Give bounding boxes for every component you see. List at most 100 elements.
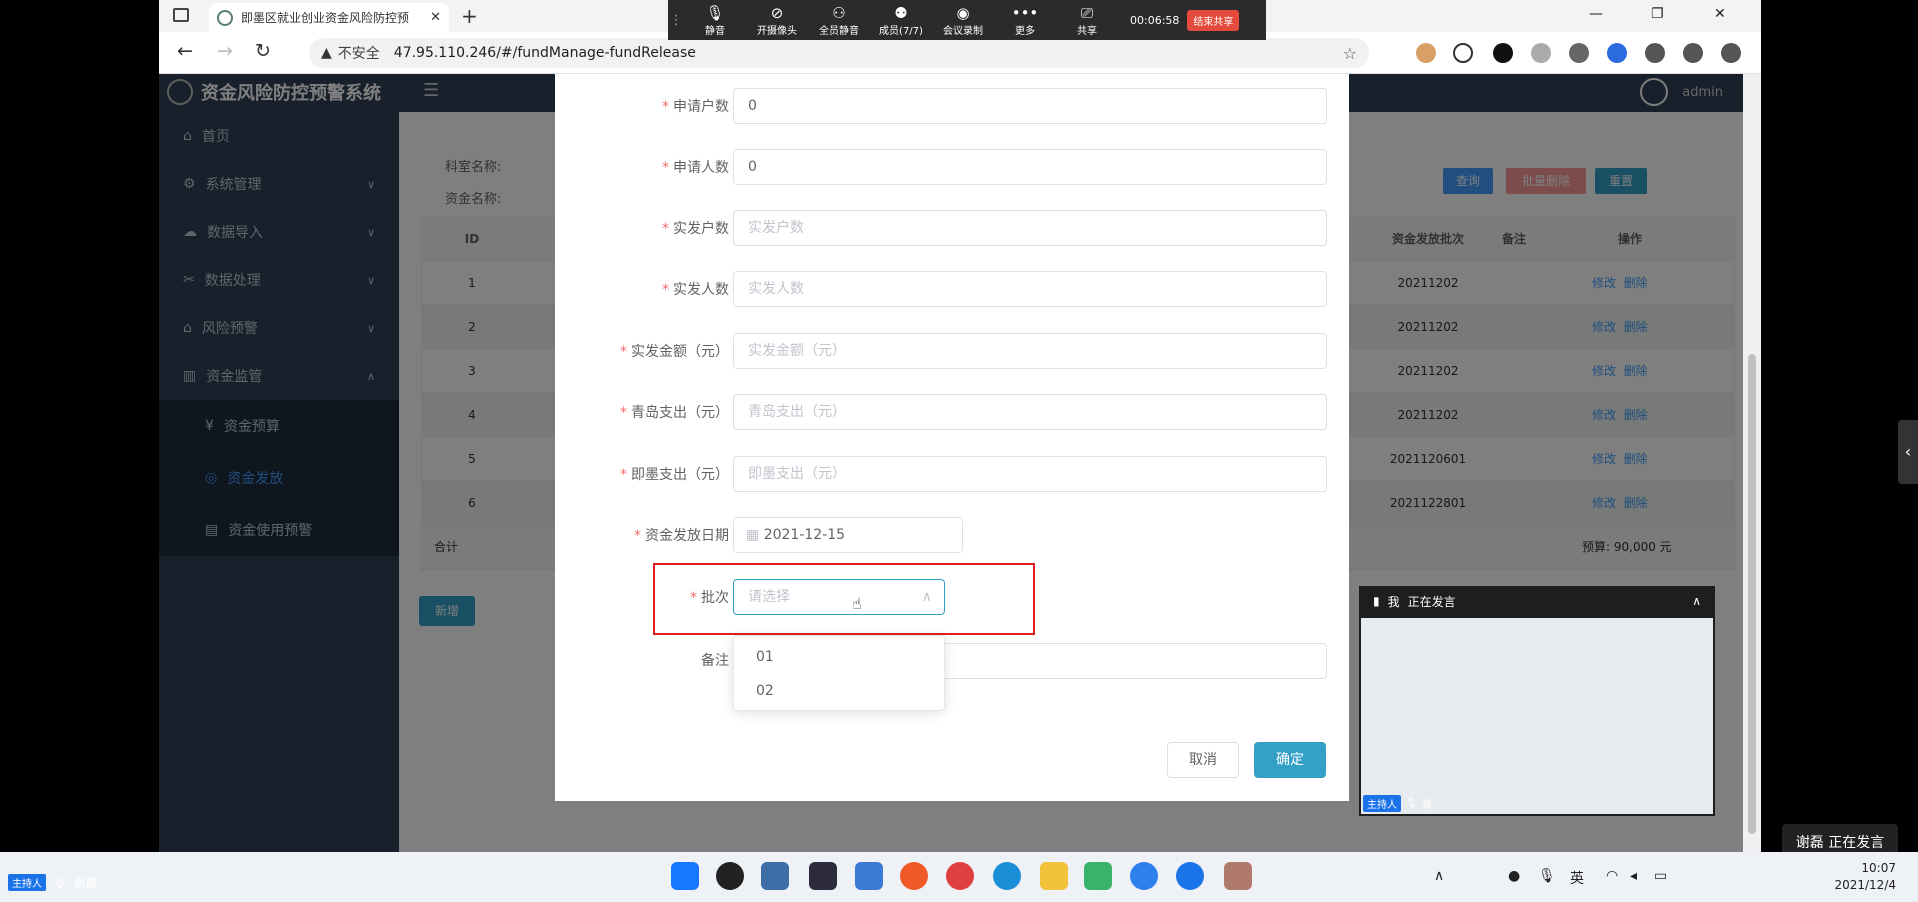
share-button[interactable]: ⎚ 共享 — [1056, 4, 1118, 37]
favorites-icon[interactable] — [1683, 43, 1703, 63]
expand-panel-icon[interactable]: ‹ — [1898, 420, 1918, 484]
ide-app-icon[interactable] — [809, 862, 837, 890]
host-label: 主持人 🎙 谢磊 — [8, 874, 97, 891]
mute-button[interactable]: 🎙 静音 — [684, 4, 746, 37]
browser-tab[interactable]: 即墨区就业创业资金风险防控预 ✕ — [209, 3, 449, 32]
camera-label: 开摄像头 — [757, 25, 797, 37]
tab-actions-icon[interactable] — [173, 8, 189, 22]
apply-households-input[interactable]: 0 — [733, 88, 1327, 124]
minimize-icon[interactable]: — — [1589, 6, 1603, 22]
url-text: 47.95.110.246/#/fundManage-fundRelease — [393, 45, 696, 61]
microphone-icon: 🎙 — [52, 875, 68, 890]
edge-app-icon[interactable] — [993, 862, 1021, 890]
forward-icon[interactable]: → — [217, 40, 233, 62]
chevron-up-icon: ∧ — [921, 589, 932, 605]
batch-select[interactable]: 请选择 ∧ — [733, 579, 945, 615]
taskbar: ∧ ● 🎙 英 ◠ ◂ ▭ 10:07 2021/12/4 — [0, 852, 1918, 902]
camera-button[interactable]: ⊘ 开摄像头 — [746, 4, 808, 37]
members-button[interactable]: ⚉ 成员(7/7) — [870, 4, 932, 37]
apply-persons-input[interactable]: 0 — [733, 149, 1327, 185]
actual-amount-input[interactable]: 实发金额（元） — [733, 333, 1327, 369]
battery-icon[interactable]: ▭ — [1654, 868, 1667, 884]
new-tab-icon[interactable]: + — [461, 4, 478, 28]
file-explorer-icon[interactable] — [1040, 862, 1068, 890]
batch-option[interactable]: 01 — [734, 640, 944, 674]
field-label: * 资金发放日期 — [634, 528, 729, 544]
end-share-button[interactable]: 结束共享 — [1187, 9, 1240, 31]
reload-icon[interactable]: ↻ — [255, 40, 271, 62]
app-icon[interactable] — [1130, 862, 1158, 890]
date-value: 2021-12-15 — [763, 527, 846, 543]
actual-persons-input[interactable]: 实发人数 — [733, 271, 1327, 307]
app-icon[interactable] — [946, 862, 974, 890]
qingdao-expense-input[interactable]: 青岛支出（元） — [733, 394, 1327, 430]
search-icon[interactable] — [716, 862, 744, 890]
release-date-picker[interactable]: ▦ 2021-12-15 — [733, 517, 963, 553]
extension-icon[interactable] — [1453, 43, 1473, 63]
field-label: * 申请人数 — [662, 160, 729, 176]
extension-icon[interactable] — [1416, 43, 1436, 63]
more-dots-icon: ••• — [1011, 3, 1039, 22]
tray-app-icon[interactable]: ● — [1508, 868, 1520, 884]
mute-all-button[interactable]: ⚇ 全员静音 — [808, 4, 870, 37]
clock-date: 2021/12/4 — [1834, 878, 1896, 892]
meeting-timer: 00:06:58 — [1130, 13, 1180, 27]
form-row: * 申请人数 0 — [555, 147, 1349, 187]
close-tab-icon[interactable]: ✕ — [430, 10, 441, 25]
self-name: 我 — [1387, 594, 1400, 609]
start-icon[interactable] — [671, 862, 699, 890]
warning-icon: ▲ — [321, 45, 332, 61]
batch-option[interactable]: 02 — [734, 674, 944, 708]
system-clock[interactable]: 10:07 2021/12/4 — [1834, 860, 1896, 894]
ime-indicator[interactable]: 英 — [1570, 868, 1584, 888]
widgets-icon[interactable] — [761, 862, 789, 890]
history-icon[interactable] — [1721, 43, 1741, 63]
record-label: 会议录制 — [943, 25, 983, 37]
self-view-panel: ▮ 我 正在发言 ∧ 主持人 🎙 我 — [1359, 586, 1715, 816]
wifi-icon[interactable]: ◠ — [1606, 868, 1618, 884]
extension-icon[interactable] — [1569, 43, 1589, 63]
cancel-button[interactable]: 取消 — [1167, 742, 1239, 778]
back-icon[interactable]: ← — [177, 40, 193, 62]
extension-icon[interactable] — [1493, 43, 1513, 63]
page-scrollbar[interactable] — [1743, 74, 1761, 852]
form-row: * 申请户数 0 — [555, 86, 1349, 126]
more-label: 更多 — [1015, 25, 1035, 37]
actual-households-input[interactable]: 实发户数 — [733, 210, 1327, 246]
members-label: 成员(7/7) — [879, 25, 923, 37]
host-tag: 主持人 — [1363, 795, 1401, 812]
self-name-footer: 我 — [1421, 800, 1432, 811]
volume-icon[interactable]: ◂ — [1630, 868, 1637, 884]
screen: 即墨区就业创业资金风险防控预 ✕ + — ❐ ✕ ← → ↻ ▲ 不安全 47.… — [0, 0, 1918, 902]
microphone-icon[interactable]: 🎙 — [1538, 868, 1556, 884]
close-window-icon[interactable]: ✕ — [1714, 6, 1726, 22]
maximize-icon[interactable]: ❐ — [1651, 6, 1664, 22]
extensions-puzzle-icon[interactable] — [1645, 43, 1665, 63]
form-row: * 实发人数 实发人数 — [555, 269, 1349, 309]
app-icon[interactable] — [1224, 862, 1252, 890]
clock-time: 10:07 — [1861, 861, 1896, 875]
self-status: 正在发言 — [1407, 594, 1456, 609]
favorite-star-icon[interactable]: ☆ — [1343, 44, 1357, 63]
form-row: * 即墨支出（元） 即墨支出（元） — [555, 454, 1349, 494]
meeting-app-icon[interactable] — [1176, 862, 1204, 890]
collapse-icon[interactable]: ∧ — [1692, 594, 1701, 608]
record-button[interactable]: ◉ 会议录制 — [932, 4, 994, 37]
jimo-expense-input[interactable]: 即墨支出（元） — [733, 456, 1327, 492]
notepad-app-icon[interactable] — [855, 862, 883, 890]
tray-expand-icon[interactable]: ∧ — [1434, 868, 1444, 884]
field-label: * 批次 — [690, 590, 729, 606]
fund-release-dialog: * 申请户数 0 * 申请人数 0 * 实发户数 实发户数 * 实发人数 实发人数 * 实发金额（… — [555, 74, 1349, 801]
microphone-icon: 🎙 — [1405, 798, 1418, 809]
microphone-icon: 🎙 — [705, 3, 725, 22]
self-view-header: ▮ 我 正在发言 ∧ — [1359, 586, 1715, 616]
url-field[interactable]: ▲ 不安全 47.95.110.246/#/fundManage-fundRel… — [309, 38, 1369, 68]
browser-app-icon[interactable] — [900, 862, 928, 890]
drag-handle-icon[interactable]: ⋮ — [668, 13, 684, 28]
more-button[interactable]: ••• 更多 — [994, 4, 1056, 37]
extension-icon[interactable] — [1607, 43, 1627, 63]
app-icon[interactable] — [1084, 862, 1112, 890]
extension-icon[interactable] — [1531, 43, 1551, 63]
scrollbar-thumb[interactable] — [1748, 354, 1756, 834]
confirm-button[interactable]: 确定 — [1254, 742, 1326, 778]
